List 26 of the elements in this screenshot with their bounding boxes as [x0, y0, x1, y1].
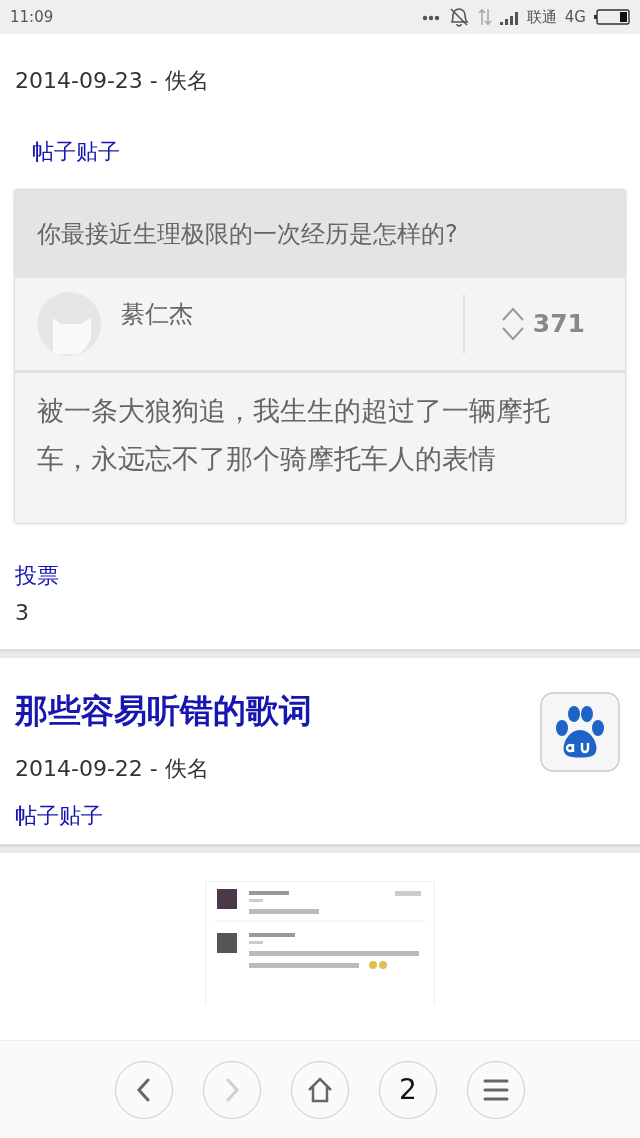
vote-number: 3 — [14, 599, 30, 627]
paw-app-icon — [540, 692, 620, 772]
data-arrows-icon — [477, 7, 492, 27]
more-icon — [421, 13, 440, 21]
article-date: 2014-09-22 - 佚名 — [15, 754, 210, 783]
tabs-button[interactable]: 2 — [379, 1060, 437, 1119]
clock: 11:09 — [10, 6, 54, 28]
post-tag: 帖子贴子 — [15, 798, 540, 832]
vote-label: 投票 — [14, 562, 60, 590]
article-date: 2014-09-23 - 佚名 — [14, 67, 210, 95]
battery-icon — [594, 9, 630, 25]
article-title: 那些容易听错的歌词 — [15, 690, 313, 732]
back-icon — [136, 1077, 152, 1102]
carrier-label: 联通 — [526, 6, 557, 28]
muted-bell-icon — [447, 7, 470, 27]
vote-arrows-icon — [500, 306, 525, 342]
network-label: 4G — [564, 6, 586, 28]
signal-icon — [499, 9, 519, 25]
home-icon — [307, 1076, 333, 1103]
answer-text: 被一条大狼狗追，我生生的超过了一辆摩托车，永远忘不了那个骑摩托车人的表情 — [36, 394, 551, 476]
menu-icon — [483, 1077, 509, 1102]
forward-icon — [224, 1077, 240, 1102]
question-text: 你最接近生理极限的一次经历是怎样的? — [15, 190, 625, 278]
author-name: 綦仁杰 — [121, 299, 194, 330]
vote-count: 371 — [532, 308, 585, 341]
post-tag: 帖子贴子 — [0, 97, 640, 190]
